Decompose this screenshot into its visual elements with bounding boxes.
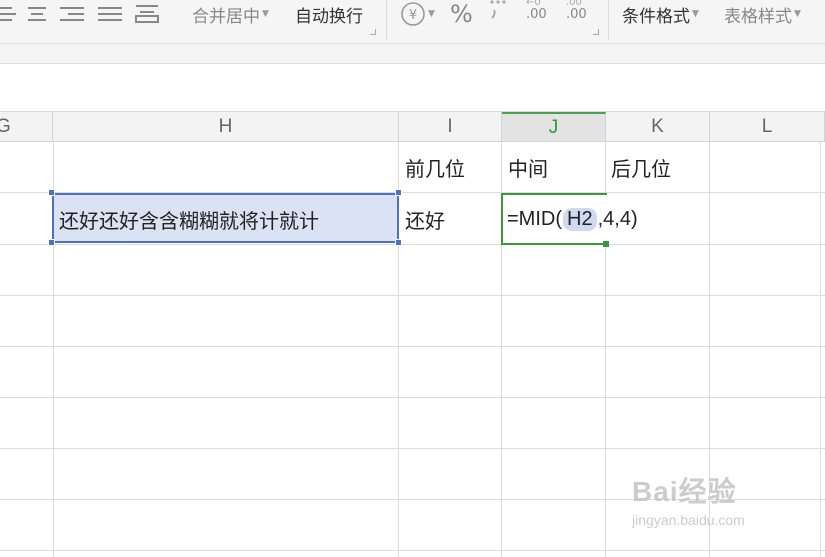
distributed-align-icon[interactable] bbox=[134, 0, 160, 28]
yen-icon: ¥ bbox=[401, 2, 425, 26]
chevron-down-icon: ▼ bbox=[428, 9, 435, 19]
column-header-label: I bbox=[447, 115, 453, 137]
watermark-url: jingyan.baidu.com bbox=[632, 512, 745, 528]
column-header-label: H bbox=[218, 115, 233, 137]
cell-h2[interactable]: 还好还好含含糊糊就将计就计 bbox=[53, 195, 319, 243]
align-right-icon[interactable] bbox=[60, 0, 84, 28]
align-center-icon[interactable] bbox=[26, 0, 48, 28]
cell-text: 后几位 bbox=[611, 157, 671, 181]
formula-suffix: ,4,4) bbox=[597, 207, 638, 230]
percent-icon: % bbox=[450, 0, 473, 28]
fill-handle[interactable] bbox=[603, 241, 609, 247]
chevron-down-icon: ▼ bbox=[262, 9, 269, 19]
grid-line bbox=[0, 295, 825, 296]
merge-center-button[interactable]: 合并居中 ▼ bbox=[192, 0, 269, 28]
separator bbox=[386, 0, 387, 40]
dialog-launcher-icon[interactable] bbox=[593, 29, 599, 35]
cell-text: 还好还好含含糊糊就将计就计 bbox=[59, 208, 319, 233]
column-header-k[interactable]: K bbox=[606, 112, 710, 142]
table-style-label: 表格样式 bbox=[724, 6, 792, 27]
cell-text: 还好 bbox=[405, 208, 445, 233]
decrease-decimal-label: .00 bbox=[566, 7, 587, 22]
column-header-label: L bbox=[761, 115, 773, 137]
conditional-format-label: 条件格式 bbox=[622, 6, 690, 27]
column-header-label: K bbox=[651, 115, 664, 137]
ribbon-toolbar: 合并居中 ▼ 自动换行 ¥ ▼ % ←0 .00 .00 .00 条件格式 ▼ … bbox=[0, 0, 825, 44]
ribbon-bottom-band bbox=[0, 44, 825, 64]
cell-text: 中间 bbox=[508, 157, 548, 181]
grid-line bbox=[0, 397, 825, 398]
percent-button[interactable]: % bbox=[450, 0, 473, 28]
cell-i2[interactable]: 还好 bbox=[399, 195, 445, 243]
svg-text:¥: ¥ bbox=[409, 8, 417, 23]
conditional-format-button[interactable]: 条件格式 ▼ bbox=[622, 0, 699, 28]
column-header-h[interactable]: H bbox=[53, 112, 399, 142]
cell-i1[interactable]: 前几位 bbox=[399, 143, 465, 192]
column-header-label: J bbox=[548, 116, 559, 138]
watermark-logo-text: Bai经验 bbox=[632, 476, 737, 507]
cell-j1[interactable]: 中间 bbox=[502, 143, 548, 192]
dialog-launcher-icon[interactable] bbox=[370, 29, 376, 35]
baidu-jingyan-watermark: Bai经验 jingyan.baidu.com bbox=[632, 470, 782, 545]
column-header-l[interactable]: L bbox=[710, 112, 825, 142]
decrease-decimal-button[interactable]: .00 .00 bbox=[566, 0, 587, 24]
cell-formula-editor[interactable]: =MID(H2,4,4) bbox=[507, 205, 638, 233]
grid-line bbox=[0, 448, 825, 449]
separator bbox=[608, 0, 609, 40]
chevron-down-icon: ▼ bbox=[794, 9, 801, 19]
cell-text: 前几位 bbox=[405, 157, 465, 181]
column-header-label: G bbox=[0, 115, 11, 137]
increase-decimal-label: .00 bbox=[526, 7, 547, 22]
grid-line bbox=[0, 550, 825, 551]
column-header-j[interactable]: J bbox=[502, 112, 606, 142]
column-header-i[interactable]: I bbox=[399, 112, 502, 142]
thousands-separator-icon[interactable] bbox=[486, 0, 510, 24]
currency-button[interactable]: ¥ ▼ bbox=[400, 0, 435, 28]
formula-prefix: =MID( bbox=[507, 207, 562, 230]
grid-line bbox=[820, 142, 821, 557]
merge-center-label: 合并居中 bbox=[192, 6, 260, 27]
column-header-g[interactable]: G bbox=[0, 112, 53, 142]
justify-icon[interactable] bbox=[98, 0, 122, 28]
increase-decimal-button[interactable]: ←0 .00 bbox=[526, 0, 547, 24]
formula-bar-area bbox=[0, 64, 825, 112]
chevron-down-icon: ▼ bbox=[692, 9, 699, 19]
align-left-icon[interactable] bbox=[0, 0, 18, 28]
wrap-text-label: 自动换行 bbox=[295, 6, 363, 27]
grid-line bbox=[0, 244, 825, 245]
wrap-text-button[interactable]: 自动换行 bbox=[295, 0, 363, 28]
formula-cell-reference[interactable]: H2 bbox=[563, 207, 597, 231]
table-style-button[interactable]: 表格样式 ▼ bbox=[724, 0, 801, 28]
grid-line bbox=[0, 346, 825, 347]
cell-k1[interactable]: 后几位 bbox=[605, 143, 671, 192]
